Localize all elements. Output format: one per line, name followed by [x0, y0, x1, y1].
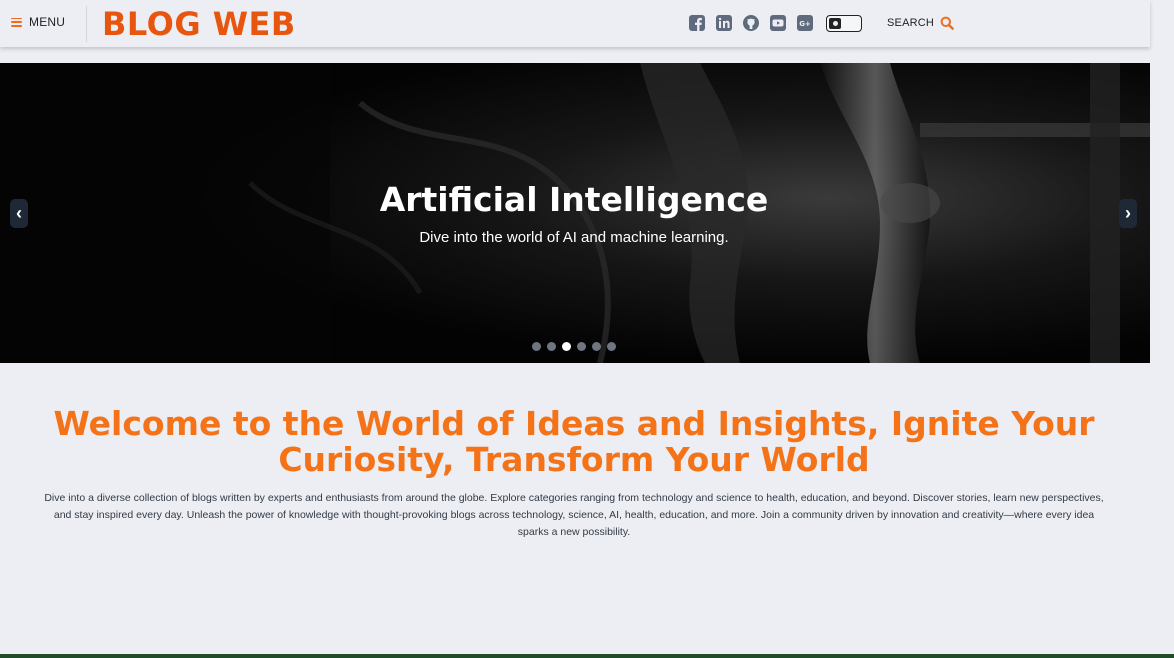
welcome-heading: Welcome to the World of Ideas and Insigh… [53, 404, 1095, 479]
page-scrollbar-area [1150, 0, 1174, 658]
carousel-dot-4[interactable] [577, 342, 586, 351]
carousel-next-button[interactable]: › [1119, 199, 1137, 228]
youtube-icon[interactable] [770, 15, 786, 31]
search-icon [940, 16, 954, 30]
menu-label: MENU [29, 15, 66, 29]
welcome-description: Dive into a diverse collection of blogs … [44, 492, 1104, 538]
google-plus-icon[interactable]: G+ [797, 15, 813, 31]
social-links: G+ [689, 15, 813, 31]
carousel-dot-3[interactable] [562, 342, 571, 351]
github-icon[interactable] [743, 15, 759, 31]
header-divider [86, 6, 87, 42]
theme-toggle[interactable] [826, 15, 862, 32]
linkedin-icon[interactable] [716, 15, 732, 31]
carousel-dot-2[interactable] [547, 342, 556, 351]
facebook-icon[interactable] [689, 15, 705, 31]
carousel-dot-6[interactable] [607, 342, 616, 351]
hero-title: Artificial Intelligence [379, 180, 769, 219]
menu-button[interactable]: MENU [11, 13, 65, 31]
hamburger-icon [11, 17, 22, 27]
sun-icon [829, 17, 841, 29]
search-label: SEARCH [887, 17, 935, 29]
hero-subtitle: Dive into the world of AI and machine le… [419, 229, 729, 246]
hero-carousel: Artificial Intelligence Dive into the wo… [0, 63, 1150, 363]
search-button[interactable]: SEARCH [887, 16, 954, 30]
carousel-prev-button[interactable]: ‹ [10, 199, 28, 228]
footer-edge [0, 654, 1174, 658]
svg-text:G+: G+ [799, 20, 811, 28]
site-header: MENU BLOG WEB G+ SEARCH [0, 0, 1150, 47]
carousel-indicators [532, 342, 616, 351]
carousel-dot-5[interactable] [592, 342, 601, 351]
site-logo[interactable]: BLOG WEB [102, 4, 296, 44]
carousel-dot-1[interactable] [532, 342, 541, 351]
page: MENU BLOG WEB G+ SEARCH Artificial Intel… [0, 0, 1174, 658]
